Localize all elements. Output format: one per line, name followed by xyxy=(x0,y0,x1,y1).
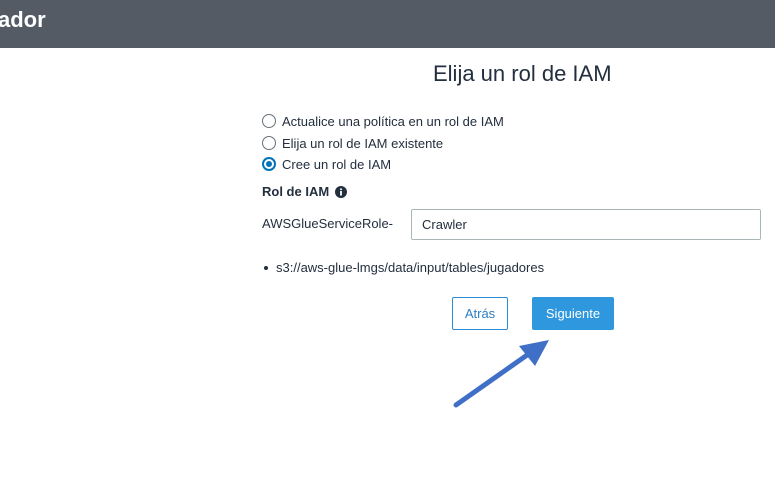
radio-option-create-role[interactable]: Cree un rol de IAM xyxy=(262,154,391,174)
role-label-text: Rol de IAM xyxy=(262,184,330,199)
radio-button-selected[interactable] xyxy=(262,157,276,171)
resource-path-list-item: s3://aws-glue-lmgs/data/input/tables/jug… xyxy=(264,260,544,275)
info-circle-icon[interactable] xyxy=(335,185,348,198)
radio-option-update-policy[interactable]: Actualice una política en un rol de IAM xyxy=(262,111,504,131)
annotation-arrow-icon xyxy=(453,340,549,408)
resource-path-text: s3://aws-glue-lmgs/data/input/tables/jug… xyxy=(276,260,545,275)
radio-option-label: Elija un rol de IAM existente xyxy=(282,135,444,151)
radio-button[interactable] xyxy=(262,114,276,128)
page-title: Elija un rol de IAM xyxy=(433,61,612,86)
role-name-input[interactable] xyxy=(411,209,761,240)
radio-option-existing-role[interactable]: Elija un rol de IAM existente xyxy=(262,133,443,153)
bullet-icon xyxy=(264,265,268,270)
role-name-prefix: AWSGlueServiceRole- xyxy=(262,216,394,231)
next-button[interactable]: Siguiente xyxy=(532,297,614,330)
radio-option-label: Cree un rol de IAM xyxy=(282,156,392,172)
top-header-bar: ador xyxy=(0,0,775,48)
radio-button[interactable] xyxy=(262,136,276,150)
role-field-label: Rol de IAM xyxy=(262,184,348,199)
header-title: ador xyxy=(0,7,46,32)
back-button[interactable]: Atrás xyxy=(452,297,508,330)
radio-option-label: Actualice una política en un rol de IAM xyxy=(282,113,504,129)
